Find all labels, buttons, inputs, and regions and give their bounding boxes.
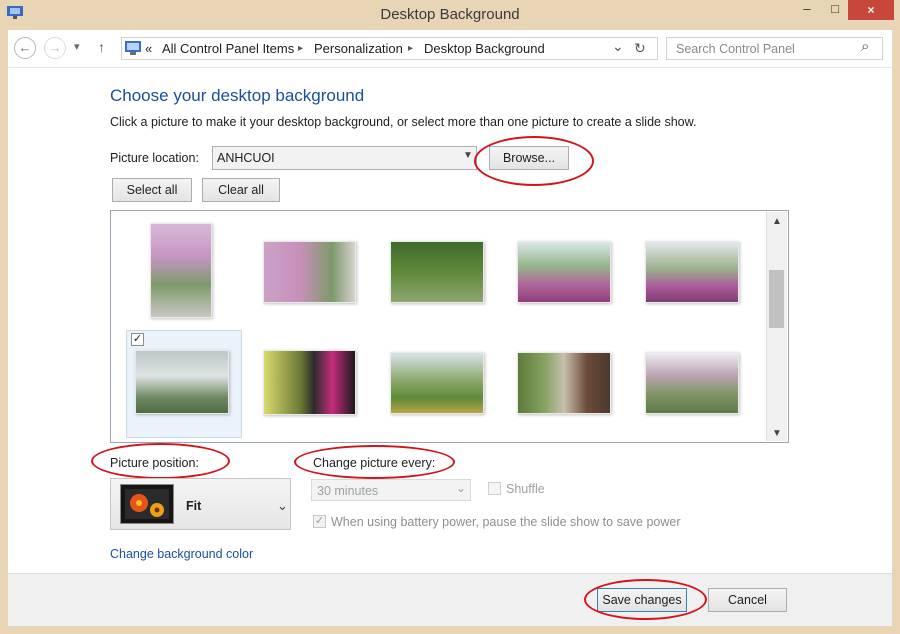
shuffle-checkbox[interactable]	[488, 482, 501, 495]
breadcrumb-separator[interactable]: ▸	[408, 43, 413, 54]
position-annotation-circle	[91, 443, 230, 479]
picture-location-label: Picture location:	[110, 151, 199, 165]
wallpaper-thumbnail[interactable]	[135, 350, 229, 414]
select-all-button[interactable]: Select all	[112, 178, 192, 202]
scroll-down-icon[interactable]: ▼	[772, 428, 782, 439]
back-button[interactable]: ←	[14, 37, 36, 59]
recent-locations-button[interactable]: ▾	[74, 40, 80, 53]
control-panel-icon	[125, 41, 141, 55]
wallpaper-thumbnail[interactable]	[390, 352, 484, 414]
wallpaper-thumbnail[interactable]	[390, 241, 484, 303]
maximize-button[interactable]: □	[822, 0, 848, 20]
wallpaper-thumbnail[interactable]	[150, 223, 212, 318]
wallpaper-thumbnail[interactable]	[645, 352, 739, 414]
battery-option-label: When using battery power, pause the slid…	[331, 515, 681, 529]
breadcrumb-overflow[interactable]: «	[145, 41, 152, 56]
scroll-up-icon[interactable]: ▲	[772, 216, 782, 227]
battery-checkbox[interactable]: ✓	[313, 515, 326, 528]
instruction-text: Click a picture to make it your desktop …	[110, 115, 697, 129]
minimize-button[interactable]: –	[794, 0, 820, 20]
search-placeholder: Search Control Panel	[676, 42, 795, 56]
breadcrumb-item-desktop-background[interactable]: Desktop Background	[424, 41, 545, 56]
window-title: Desktop Background	[380, 6, 520, 23]
picture-location-select[interactable]: ANHCUOI	[212, 146, 477, 170]
browse-annotation-circle	[474, 136, 594, 186]
thumbnail-checkbox[interactable]: ✓	[131, 333, 144, 346]
interval-value: 30 minutes	[317, 484, 379, 498]
wallpaper-thumbnail[interactable]	[645, 241, 739, 303]
window-frame-bottom	[0, 626, 900, 634]
scroll-thumb[interactable]	[769, 270, 784, 328]
wallpaper-thumbnail[interactable]	[263, 241, 356, 303]
change-picture-annotation-circle	[294, 445, 455, 479]
forward-button[interactable]: →	[44, 37, 66, 59]
clear-all-button[interactable]: Clear all	[202, 178, 280, 202]
position-preview-image	[120, 484, 174, 524]
close-button[interactable]: ×	[848, 0, 894, 20]
search-icon[interactable]: ⌕	[861, 38, 869, 55]
wallpaper-thumbnail[interactable]	[263, 350, 356, 415]
breadcrumb-item-all-control-panel[interactable]: All Control Panel Items	[162, 41, 294, 56]
wallpaper-thumbnail[interactable]	[517, 352, 611, 414]
refresh-icon[interactable]: ↻	[634, 40, 646, 57]
picture-position-value: Fit	[186, 499, 202, 513]
shuffle-label: Shuffle	[506, 482, 545, 496]
breadcrumb-item-personalization[interactable]: Personalization	[314, 41, 403, 56]
page-heading: Choose your desktop background	[110, 86, 365, 105]
breadcrumb-separator[interactable]: ▸	[298, 43, 303, 54]
address-dropdown-icon[interactable]: ⌄	[612, 38, 624, 55]
wallpaper-thumbnail[interactable]	[517, 241, 611, 303]
chevron-down-icon[interactable]: ⌄	[456, 481, 466, 495]
save-annotation-circle	[584, 579, 707, 620]
change-background-color-link[interactable]: Change background color	[110, 547, 253, 561]
window-frame-right	[892, 30, 900, 634]
window-frame-left	[0, 30, 8, 634]
picture-location-value: ANHCUOI	[217, 151, 275, 165]
cancel-button[interactable]: Cancel	[708, 588, 787, 612]
chevron-down-icon[interactable]: ⌄	[277, 498, 288, 514]
up-button[interactable]: ↑	[98, 39, 105, 55]
chevron-down-icon[interactable]: ▼	[463, 150, 473, 161]
